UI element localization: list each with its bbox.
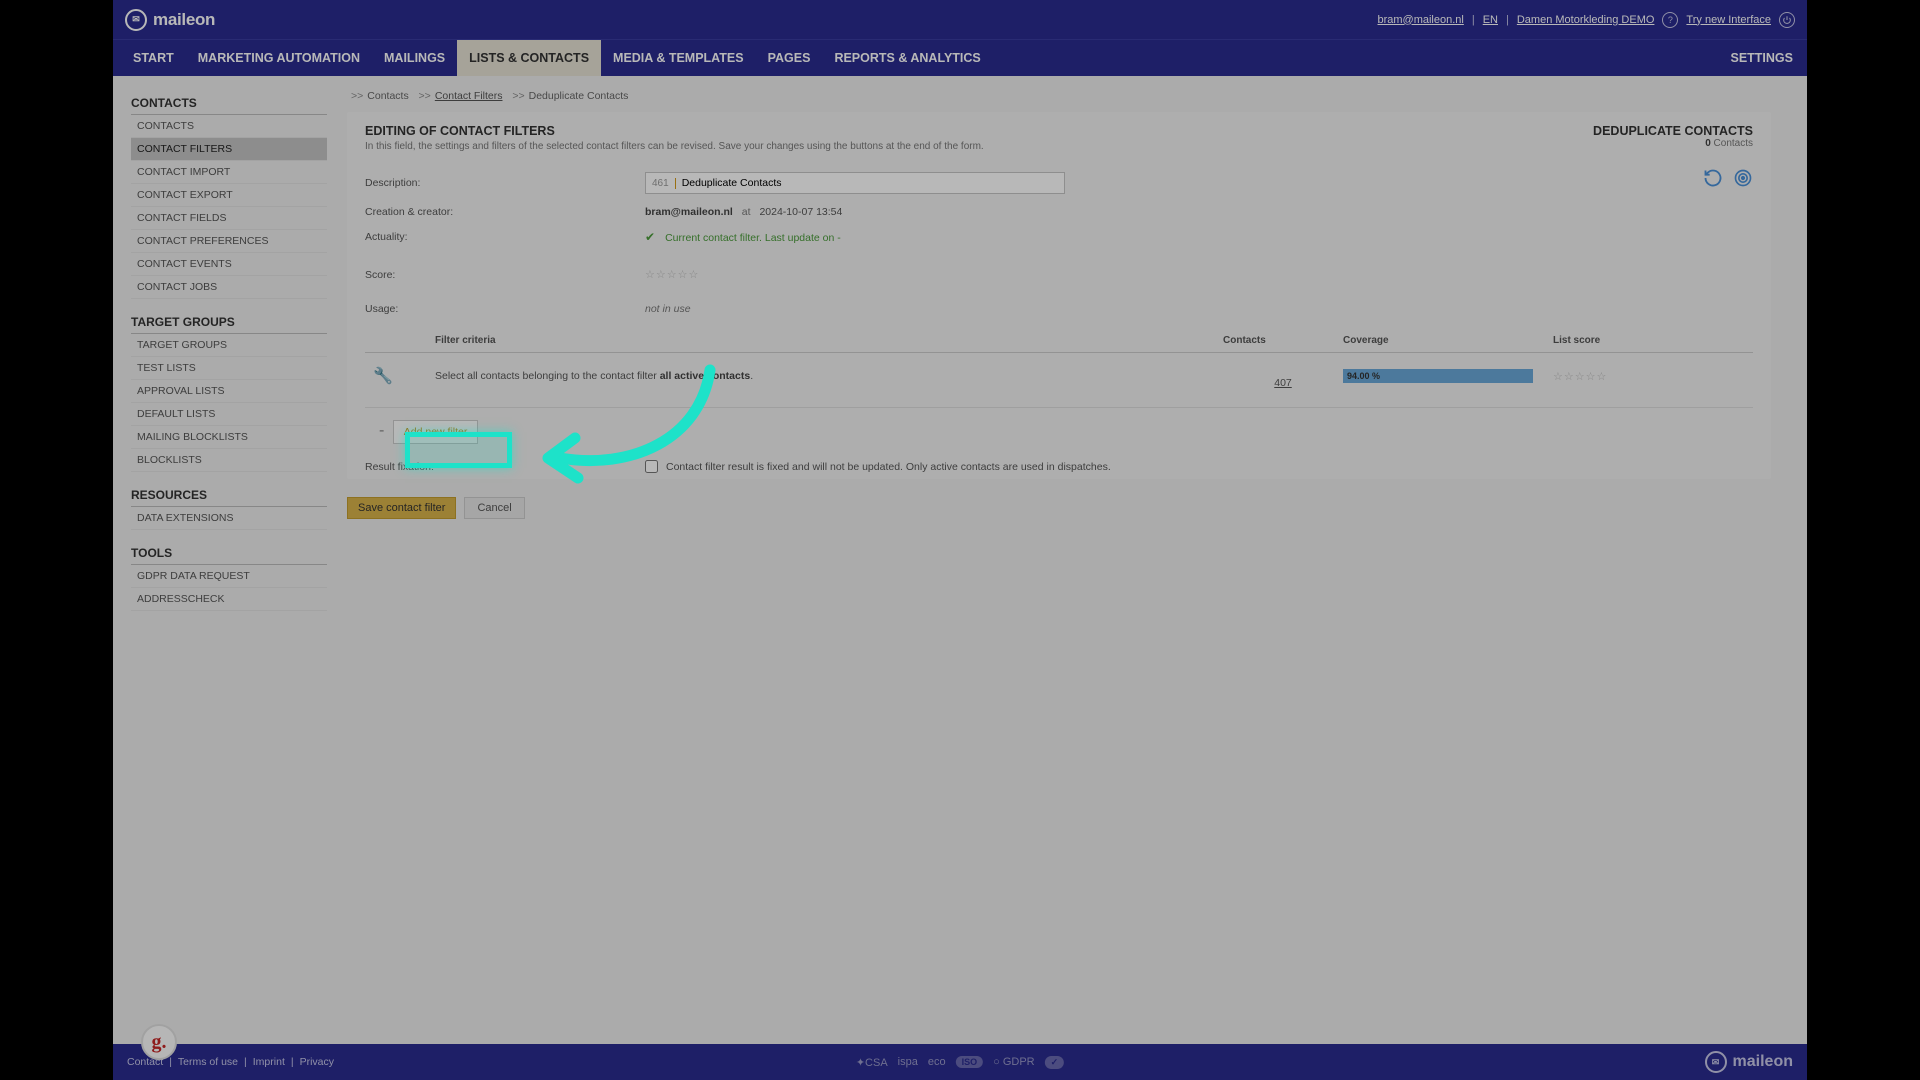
coverage-bar: 94.00 % — [1343, 369, 1533, 383]
description-input[interactable] — [676, 173, 1064, 193]
sidebar-item-contact-import[interactable]: CONTACT IMPORT — [131, 161, 327, 184]
sidebar-item-contact-events[interactable]: CONTACT EVENTS — [131, 253, 327, 276]
score-stars: ☆☆☆☆☆ — [645, 268, 699, 281]
annotation-highlight-box — [405, 432, 512, 468]
footer-privacy[interactable]: Privacy — [300, 1056, 334, 1068]
sidebar-item-contact-export[interactable]: CONTACT EXPORT — [131, 184, 327, 207]
sidebar-item-contact-fields[interactable]: CONTACT FIELDS — [131, 207, 327, 230]
sidebar-item-default-lists[interactable]: DEFAULT LISTS — [131, 403, 327, 426]
sidebar-item-contact-jobs[interactable]: CONTACT JOBS — [131, 276, 327, 299]
th-list-score: List score — [1553, 335, 1753, 346]
brand-logo: ✉ maileon — [125, 9, 215, 31]
sidebar-item-contacts[interactable]: CONTACTS — [131, 115, 327, 138]
creator-value: bram@maileon.nl — [645, 206, 733, 218]
refresh-icon[interactable] — [1703, 168, 1723, 188]
label-usage: Usage: — [365, 303, 645, 315]
sidebar-item-contact-preferences[interactable]: CONTACT PREFERENCES — [131, 230, 327, 253]
th-coverage: Coverage — [1343, 335, 1553, 346]
panel-title: EDITING OF CONTACT FILTERS — [365, 124, 984, 138]
label-creator: Creation & creator: — [365, 206, 645, 218]
app-header: ✉ maileon bram@maileon.nl | EN | Damen M… — [113, 0, 1807, 39]
sidebar-item-contact-filters[interactable]: CONTACT FILTERS — [131, 138, 327, 161]
save-contact-filter-button[interactable]: Save contact filter — [347, 497, 456, 519]
header-lang[interactable]: EN — [1483, 14, 1498, 26]
footer-certifications: ✦CSA ispa eco ISO ○ GDPR ✓ — [856, 1056, 1064, 1069]
brand-name: maileon — [153, 10, 215, 30]
sidebar-item-gdpr[interactable]: GDPR DATA REQUEST — [131, 565, 327, 588]
panel-right-title: DEDUPLICATE CONTACTS — [1593, 124, 1753, 138]
try-new-interface-link[interactable]: Try new Interface — [1686, 14, 1771, 26]
cancel-button[interactable]: Cancel — [464, 497, 524, 519]
label-score: Score: — [365, 269, 645, 281]
row-stars: ☆☆☆☆☆ — [1553, 370, 1753, 383]
sidebar-item-test-lists[interactable]: TEST LISTS — [131, 357, 327, 380]
nav-settings[interactable]: SETTINGS — [1730, 40, 1807, 76]
sidebar-heading-tools: TOOLS — [131, 540, 327, 565]
help-icon[interactable]: ? — [1662, 12, 1678, 28]
sidebar-heading-resources: RESOURCES — [131, 482, 327, 507]
crumb-contact-filters[interactable]: Contact Filters — [435, 90, 503, 102]
panel-right-count: 0 Contacts — [1593, 138, 1753, 149]
label-description: Description: — [365, 177, 645, 189]
sidebar-item-mailing-blocklists[interactable]: MAILING BLOCKLISTS — [131, 426, 327, 449]
sidebar: CONTACTS CONTACTS CONTACT FILTERS CONTAC… — [113, 76, 333, 611]
nav-mailings[interactable]: MAILINGS — [372, 40, 457, 76]
header-account[interactable]: Damen Motorkleding DEMO — [1517, 14, 1655, 26]
nav-reports[interactable]: REPORTS & ANALYTICS — [822, 40, 992, 76]
main-nav: START MARKETING AUTOMATION MAILINGS LIST… — [113, 39, 1807, 76]
sidebar-item-blocklists[interactable]: BLOCKLISTS — [131, 449, 327, 472]
actuality-text: Current contact filter. Last update on - — [665, 232, 841, 244]
crumb-current: Deduplicate Contacts — [529, 90, 629, 102]
label-actuality: Actuality: — [365, 231, 645, 243]
panel-subtitle: In this field, the settings and filters … — [365, 141, 984, 152]
footer-terms[interactable]: Terms of use — [178, 1056, 238, 1068]
logout-icon[interactable] — [1779, 12, 1795, 28]
logo-mark-icon: ✉ — [125, 9, 147, 31]
breadcrumb: >>Contacts >>Contact Filters >>Deduplica… — [347, 90, 1771, 102]
sidebar-item-approval-lists[interactable]: APPROVAL LISTS — [131, 380, 327, 403]
description-input-wrap: 461 — [645, 172, 1065, 194]
nav-marketing-automation[interactable]: MARKETING AUTOMATION — [186, 40, 372, 76]
contacts-count-link[interactable]: 407 — [1274, 377, 1292, 389]
annotation-arrow-icon — [510, 360, 740, 500]
footer-brand: ✉ maileon — [1705, 1051, 1793, 1073]
sidebar-heading-target-groups: TARGET GROUPS — [131, 309, 327, 334]
usage-value: not in use — [645, 303, 691, 315]
sidebar-item-data-extensions[interactable]: DATA EXTENSIONS — [131, 507, 327, 530]
th-criteria: Filter criteria — [435, 335, 1223, 346]
app-footer: Contact| Terms of use| Imprint| Privacy … — [113, 1044, 1807, 1080]
check-icon: ✔ — [645, 230, 655, 244]
help-widget-icon[interactable]: g. — [141, 1024, 177, 1060]
th-contacts: Contacts — [1223, 335, 1343, 346]
created-at: 2024-10-07 13:54 — [759, 206, 842, 218]
footer-logo-icon: ✉ — [1705, 1051, 1727, 1073]
footer-imprint[interactable]: Imprint — [253, 1056, 285, 1068]
sidebar-heading-contacts: CONTACTS — [131, 90, 327, 115]
nav-lists-contacts[interactable]: LISTS & CONTACTS — [457, 40, 601, 76]
nav-start[interactable]: START — [121, 40, 186, 76]
sidebar-item-addresscheck[interactable]: ADDRESSCHECK — [131, 588, 327, 611]
nav-pages[interactable]: PAGES — [756, 40, 823, 76]
nav-media-templates[interactable]: MEDIA & TEMPLATES — [601, 40, 756, 76]
target-icon[interactable] — [1733, 168, 1753, 188]
wrench-icon[interactable]: 🔧 — [365, 366, 435, 386]
header-user-email[interactable]: bram@maileon.nl — [1377, 14, 1463, 26]
sidebar-item-target-groups[interactable]: TARGET GROUPS — [131, 334, 327, 357]
description-id: 461 — [646, 178, 676, 189]
crumb-contacts[interactable]: Contacts — [367, 90, 408, 102]
